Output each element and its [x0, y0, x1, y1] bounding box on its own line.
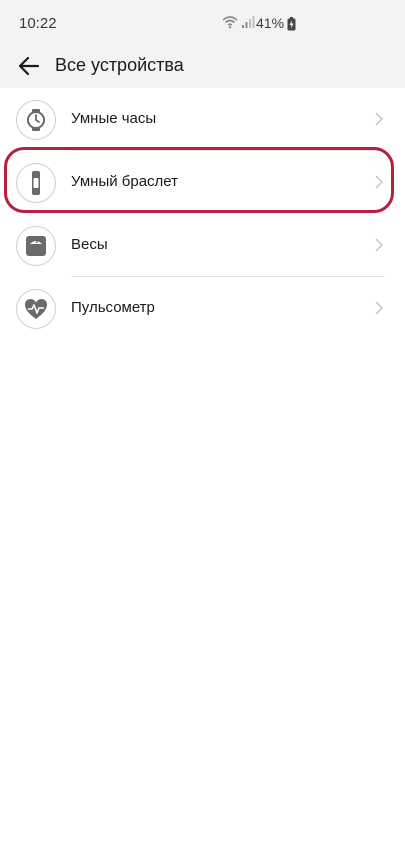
device-label: Пульсометр [71, 299, 155, 316]
device-label: Умные часы [71, 110, 157, 127]
battery-icon [287, 17, 296, 31]
status-icons [222, 15, 255, 29]
status-bar: 10:22 41% [0, 0, 405, 46]
device-icon-circle [16, 163, 56, 203]
device-icon-circle [16, 289, 56, 329]
device-item-smart-band[interactable]: Умный браслет [0, 151, 405, 214]
back-arrow-icon[interactable] [16, 54, 42, 78]
chevron-right-icon [375, 238, 383, 252]
top-bar: 10:22 41% Все устройства [0, 0, 405, 88]
device-label: Умный браслет [71, 173, 179, 190]
watch-icon [27, 109, 45, 131]
device-item-smart-watch[interactable]: Умные часы [0, 88, 405, 151]
signal-icon [242, 16, 255, 28]
chevron-right-icon [375, 112, 383, 126]
app-header: Все устройства [0, 46, 405, 88]
band-icon [32, 171, 40, 195]
page-title: Все устройства [55, 55, 184, 75]
device-icon-circle [16, 226, 56, 266]
device-item-heart-rate-monitor[interactable]: Пульсометр [0, 277, 405, 340]
device-icon-circle [16, 100, 56, 140]
status-time: 10:22 [19, 15, 57, 32]
chevron-right-icon [375, 175, 383, 189]
device-item-scale[interactable]: Весы [0, 214, 405, 277]
device-label: Весы [71, 236, 108, 253]
heart-rate-icon [25, 299, 47, 319]
scale-icon [26, 236, 46, 256]
chevron-right-icon [375, 301, 383, 315]
battery-percent: 41% [256, 15, 285, 31]
device-list: Умные часы Умный браслет Весы Пульсометр [0, 88, 405, 340]
wifi-icon [222, 16, 238, 29]
